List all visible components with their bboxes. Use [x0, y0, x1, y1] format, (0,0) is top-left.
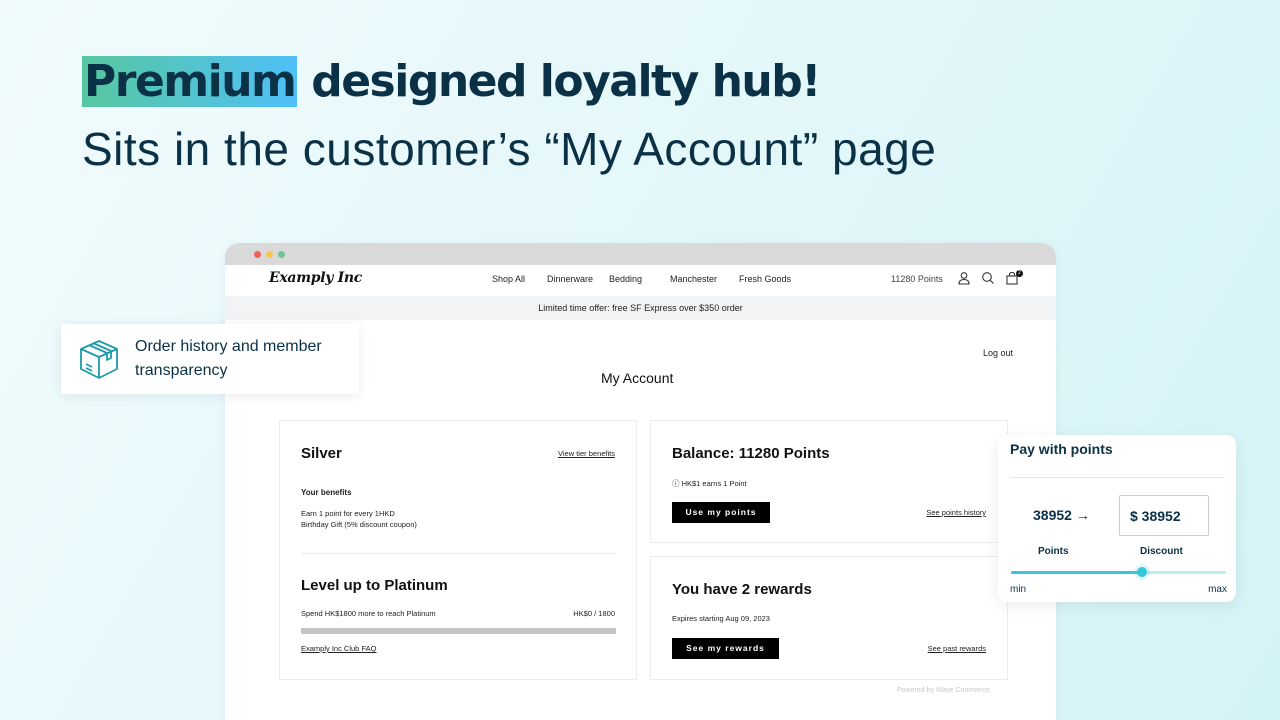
callout-text-line1: Order history and member [135, 338, 322, 355]
page-title: My Account [601, 370, 674, 386]
browser-titlebar [225, 243, 1056, 265]
package-box-icon [77, 337, 121, 381]
see-points-history-link[interactable]: See points history [926, 508, 986, 517]
maximize-window-dot[interactable] [278, 251, 285, 258]
logout-link[interactable]: Log out [983, 348, 1013, 358]
hero-highlight: Premium [82, 56, 298, 107]
see-past-rewards-link[interactable]: See past rewards [928, 644, 986, 653]
minimize-window-dot[interactable] [266, 251, 273, 258]
points-label: Points [1038, 546, 1069, 557]
callout-text-line2: transparency [135, 362, 228, 379]
powered-by: Powered by Wave Commerce [897, 687, 990, 694]
discount-input[interactable]: $ 38952 [1119, 495, 1209, 536]
see-my-rewards-button[interactable]: See my rewards [672, 638, 779, 659]
hero-headline-rest: designed loyalty hub! [297, 56, 821, 107]
rewards-card: You have 2 rewards Expires starting Aug … [650, 556, 1008, 680]
slider-handle[interactable] [1137, 567, 1148, 577]
callout-text: Order history and member transparency [135, 335, 322, 383]
benefit-item: Birthday Gift (5% discount coupon) [301, 520, 417, 529]
nav-right: 11280 Points 2 [891, 270, 1029, 287]
nav-shop-all[interactable]: Shop All [492, 274, 547, 284]
slider-fill [1011, 571, 1143, 574]
club-faq-link[interactable]: Examply Inc Club FAQ [301, 644, 376, 653]
levelup-progress-label: HK$0 / 1800 [573, 609, 615, 618]
search-icon[interactable] [981, 271, 997, 287]
benefits-heading: Your benefits [301, 488, 352, 497]
cart-count-badge: 2 [1015, 270, 1023, 277]
nav-dinnerware[interactable]: Dinnerware [547, 274, 609, 284]
nav-fresh-goods[interactable]: Fresh Goods [739, 274, 791, 284]
earn-rate-info: ⓘ HK$1 earns 1 Point [672, 479, 747, 488]
rewards-expiry: Expires starting Aug 09, 2023 [672, 614, 770, 623]
tier-name: Silver [301, 445, 342, 462]
nav-links: Shop All Dinnerware Bedding Manchester F… [492, 274, 791, 284]
store-logo[interactable]: Examply Inc [269, 270, 362, 286]
use-my-points-button[interactable]: Use my points [672, 502, 770, 523]
cart-icon[interactable]: 2 [1005, 270, 1023, 287]
points-slider[interactable] [1011, 567, 1226, 577]
balance-title: Balance: 11280 Points [672, 445, 830, 462]
slider-max-label: max [1208, 584, 1227, 595]
view-tier-benefits-link[interactable]: View tier benefits [558, 449, 615, 458]
account-icon[interactable] [957, 271, 973, 287]
promo-banner: Limited time offer: free SF Express over… [225, 296, 1056, 320]
hero-headline: Premium designed loyalty hub! [82, 52, 821, 112]
rewards-title: You have 2 rewards [672, 581, 812, 598]
pay-widget-title: Pay with points [1010, 441, 1113, 457]
balance-card: Balance: 11280 Points ⓘ HK$1 earns 1 Poi… [650, 420, 1008, 543]
nav-points[interactable]: 11280 Points [891, 274, 943, 284]
hero-subline: Sits in the customer’s “My Account” page [82, 123, 937, 175]
points-amount: 38952 → [1033, 507, 1090, 523]
store-navbar: Examply Inc Shop All Dinnerware Bedding … [225, 265, 1056, 296]
pay-with-points-widget: Pay with points 38952 → $ 38952 Points D… [998, 435, 1236, 602]
feature-callout: Order history and member transparency [61, 324, 359, 394]
levelup-description: Spend HK$1800 more to reach Platinum [301, 609, 436, 618]
benefit-item: Earn 1 point for every 1HKD [301, 509, 395, 518]
slider-min-label: min [1010, 584, 1027, 595]
pay-widget-divider [1010, 477, 1224, 478]
card-divider [301, 553, 616, 554]
nav-bedding[interactable]: Bedding [609, 274, 670, 284]
discount-value: $ 38952 [1130, 508, 1181, 524]
tier-card: Silver View tier benefits Your benefits … [279, 420, 637, 680]
nav-manchester[interactable]: Manchester [670, 274, 739, 284]
close-window-dot[interactable] [254, 251, 261, 258]
discount-label: Discount [1140, 546, 1183, 557]
levelup-progress-bar [301, 628, 616, 634]
levelup-title: Level up to Platinum [301, 577, 448, 594]
browser-window: Examply Inc Shop All Dinnerware Bedding … [225, 243, 1056, 720]
